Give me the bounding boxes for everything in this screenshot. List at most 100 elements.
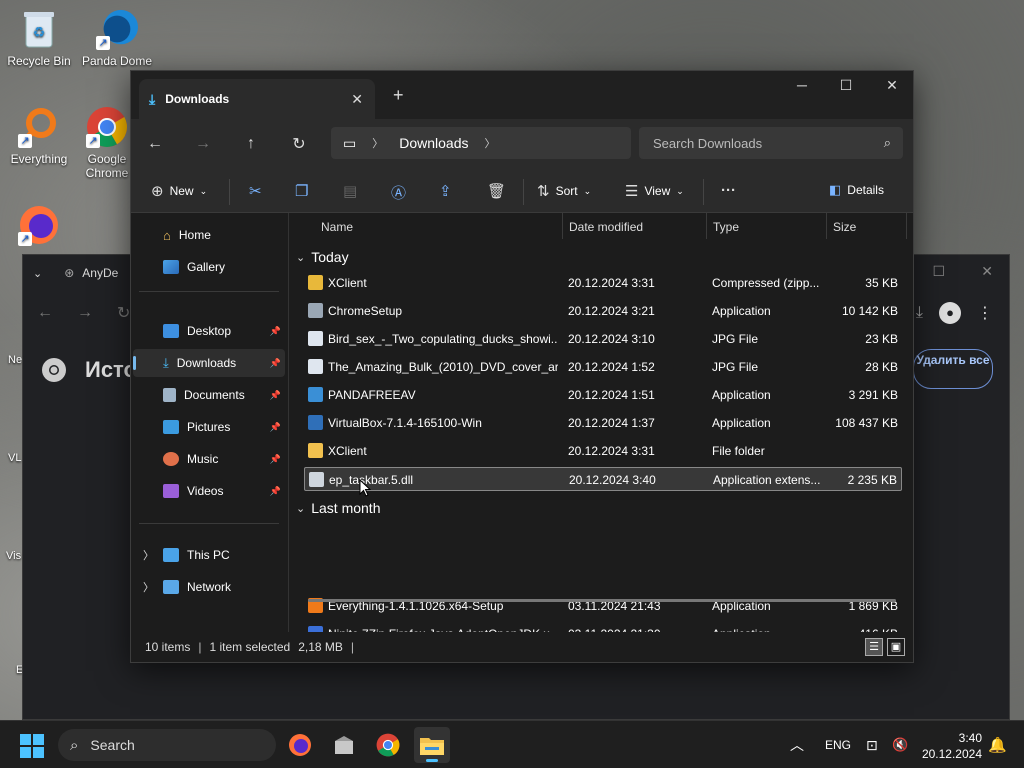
chevron-up-icon[interactable]: ︿	[790, 735, 804, 755]
clock[interactable]: 3:40 20.12.2024	[922, 730, 982, 762]
file-type: JPG File	[712, 332, 759, 346]
notifications-button[interactable]: 🔔	[988, 721, 1007, 768]
file-row[interactable]: VirtualBox-7.1.4-165100-Win 20.12.2024 1:…	[304, 411, 902, 435]
details-button[interactable]: ◧ Details	[829, 182, 884, 198]
close-button[interactable]: ✕	[877, 77, 907, 94]
forward-arrow-icon[interactable]: →	[77, 304, 93, 322]
column-header-name[interactable]: Name	[321, 213, 353, 241]
taskbar-search[interactable]: ⌕ Search	[58, 729, 276, 761]
sidebar-item-desktop[interactable]: Desktop 📌	[133, 317, 285, 345]
file-row[interactable]: PANDAFREEAV 20.12.2024 1:51 Application 3 2…	[304, 383, 902, 407]
start-button[interactable]	[20, 734, 44, 758]
maximize-icon[interactable]: ☐	[932, 263, 945, 280]
sidebar-item-music[interactable]: Music 📌	[133, 445, 285, 473]
sidebar-item-pictures[interactable]: Pictures 📌	[133, 413, 285, 441]
profile-icon[interactable]: ●	[939, 302, 961, 324]
menu-dots-icon[interactable]: ⋮	[977, 303, 993, 323]
maximize-button[interactable]: ☐	[831, 77, 861, 94]
sidebar-item-this-pc[interactable]: 〉 This PC	[133, 541, 285, 569]
file-row[interactable]: ChromeSetup 20.12.2024 3:21 Application 10 …	[304, 299, 902, 323]
rename-button[interactable]: Ⓐ	[391, 182, 406, 203]
reload-icon[interactable]: ↻	[117, 303, 130, 323]
pin-icon[interactable]: 📌	[270, 454, 281, 465]
paste-button[interactable]: ▤	[343, 182, 357, 200]
new-tab-button[interactable]: +	[393, 85, 404, 106]
status-bar: 10 items | 1 item selected 2,18 MB | ☰ ▣	[131, 632, 913, 662]
column-divider[interactable]	[706, 213, 707, 239]
details-view-icon[interactable]: ☰	[865, 638, 883, 656]
network-tray[interactable]: ⊡	[866, 721, 878, 768]
search-input[interactable]: Search Downloads ⌕	[639, 127, 903, 159]
delete-all-button[interactable]: Удалить все	[913, 349, 993, 389]
desktop-icon-panda-dome[interactable]: ↗ Panda Dome	[80, 8, 154, 68]
taskbar-firefox[interactable]	[282, 727, 318, 763]
language-indicator[interactable]: ENG	[825, 721, 851, 768]
sort-button[interactable]: ⇅ Sort ⌄	[537, 182, 591, 200]
sidebar-item-downloads[interactable]: ⤓ Downloads 📌	[133, 349, 285, 377]
sidebar-item-home[interactable]: ⌂ Home	[133, 221, 285, 249]
new-button[interactable]: ⊕ New ⌄	[151, 182, 207, 200]
back-button[interactable]: ←	[131, 135, 179, 153]
column-divider[interactable]	[906, 213, 907, 239]
breadcrumb-downloads[interactable]: Downloads	[399, 135, 468, 151]
desktop-icon-firefox[interactable]: ↗	[2, 204, 76, 250]
column-header-date[interactable]: Date modified	[569, 213, 643, 241]
file-row[interactable]: XClient 20.12.2024 3:31 Compressed (zipp..…	[304, 271, 902, 295]
file-type: Compressed (zipp...	[712, 276, 820, 290]
volume-tray[interactable]: 🔇	[892, 721, 908, 768]
more-options-button[interactable]: ···	[721, 182, 736, 199]
chrome-tab[interactable]: ⊛ AnyDe	[64, 266, 118, 280]
file-row[interactable]: Everything-1.4.1.1026.x64-Setup 03.11.202…	[304, 594, 902, 618]
column-divider[interactable]	[826, 213, 827, 239]
taskbar-chrome[interactable]	[370, 727, 406, 763]
taskbar-installer[interactable]	[326, 727, 362, 763]
desktop-partial-label: Ne	[8, 354, 23, 366]
sidebar-item-network[interactable]: 〉 Network	[133, 573, 285, 601]
column-header-type[interactable]: Type	[713, 213, 739, 241]
pin-icon[interactable]: 📌	[270, 326, 281, 337]
forward-button[interactable]: →	[179, 135, 227, 153]
file-row[interactable]: ep_taskbar.5.dll 20.12.2024 3:40 Applicati…	[304, 467, 902, 491]
pin-icon[interactable]: 📌	[270, 486, 281, 497]
view-button[interactable]: ☰ View ⌄	[625, 182, 684, 200]
new-label: New	[169, 184, 194, 198]
chevron-right-icon[interactable]: 〉	[143, 579, 154, 595]
address-bar[interactable]: ▭ 〉 Downloads 〉	[331, 127, 631, 159]
sidebar-item-videos[interactable]: Videos 📌	[133, 477, 285, 505]
cut-button[interactable]: ✂	[249, 182, 262, 200]
sidebar-item-documents[interactable]: Documents 📌	[133, 381, 285, 409]
up-button[interactable]: ↑	[227, 135, 275, 153]
file-row[interactable]: XClient 20.12.2024 3:31 File folder	[304, 439, 902, 463]
desktop-icon-recycle-bin[interactable]: ♻ Recycle Bin	[2, 8, 76, 68]
chevron-right-icon[interactable]: 〉	[485, 135, 496, 151]
tab-downloads[interactable]: ⤓ Downloads ✕	[139, 79, 375, 119]
share-button[interactable]: ⇪	[439, 182, 452, 200]
chevron-down-icon[interactable]: ⌄	[33, 267, 42, 280]
delete-button[interactable]: 🗑	[487, 182, 506, 200]
download-icon[interactable]: ⤓	[916, 304, 923, 322]
close-tab-icon[interactable]: ✕	[351, 91, 363, 108]
file-size: 23 KB	[865, 332, 898, 346]
taskbar-file-explorer[interactable]	[414, 727, 450, 763]
back-arrow-icon[interactable]: ←	[37, 304, 53, 322]
refresh-button[interactable]: ↻	[275, 134, 323, 154]
view-label: View	[644, 184, 671, 198]
group-header-last-month[interactable]: ⌄ Last month	[296, 500, 380, 516]
column-divider[interactable]	[562, 213, 563, 239]
pin-icon[interactable]: 📌	[270, 358, 281, 369]
sidebar-item-gallery[interactable]: Gallery	[133, 253, 285, 281]
desktop-icon-google-chrome[interactable]: ↗ Google Chrome	[80, 106, 134, 180]
file-row[interactable]: Bird_sex_-_Two_copulating_ducks_showi...…	[304, 327, 902, 351]
file-row[interactable]: The_Amazing_Bulk_(2010)_DVD_cover_art 20.…	[304, 355, 902, 379]
horizontal-scrollbar[interactable]	[308, 599, 896, 602]
minimize-button[interactable]: ─	[787, 77, 817, 93]
close-icon[interactable]: ✕	[981, 263, 993, 280]
copy-button[interactable]: ❐	[295, 182, 308, 200]
column-header-size[interactable]: Size	[833, 213, 856, 241]
chevron-right-icon[interactable]: 〉	[143, 547, 154, 563]
desktop-icon-everything[interactable]: ↗ Everything	[2, 106, 76, 166]
tiles-view-icon[interactable]: ▣	[887, 638, 905, 656]
group-header-today[interactable]: ⌄ Today	[296, 249, 349, 265]
pin-icon[interactable]: 📌	[270, 390, 281, 401]
pin-icon[interactable]: 📌	[270, 422, 281, 433]
